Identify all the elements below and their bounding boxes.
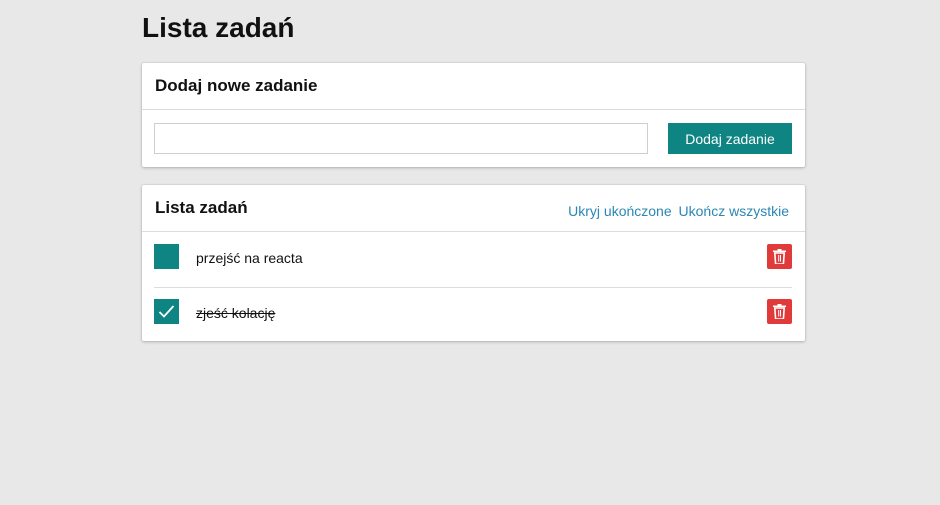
- task-text: przejść na reacta: [196, 250, 303, 266]
- hide-completed-link[interactable]: Ukryj ukończone: [568, 203, 672, 219]
- new-task-input[interactable]: [154, 123, 648, 154]
- delete-task-button[interactable]: [767, 244, 792, 269]
- trash-icon: [773, 304, 786, 319]
- task-text: zjeść kolację: [196, 305, 276, 321]
- trash-icon: [773, 249, 786, 264]
- task-checkbox-checked[interactable]: [154, 299, 179, 324]
- add-task-card-header: Dodaj nowe zadanie: [142, 63, 805, 110]
- task-list-card: Lista zadań Ukryj ukończone Ukończ wszys…: [142, 185, 805, 341]
- check-icon: [158, 305, 175, 318]
- add-task-card: Dodaj nowe zadanie Dodaj zadanie: [142, 63, 805, 167]
- delete-task-button[interactable]: [767, 299, 792, 324]
- list-item: przejść na reacta: [154, 233, 792, 288]
- complete-all-link[interactable]: Ukończ wszystkie: [679, 203, 789, 219]
- task-checkbox-unchecked[interactable]: [154, 244, 179, 269]
- task-list-actions: Ukryj ukończone Ukończ wszystkie: [565, 203, 789, 219]
- add-task-card-title: Dodaj nowe zadanie: [155, 76, 318, 95]
- page-title: Lista zadań: [142, 12, 295, 43]
- list-item: zjeść kolację: [154, 288, 792, 342]
- task-list-card-header: Lista zadań Ukryj ukończone Ukończ wszys…: [142, 185, 805, 232]
- add-task-button[interactable]: Dodaj zadanie: [668, 123, 792, 154]
- task-list-card-title: Lista zadań: [155, 198, 248, 217]
